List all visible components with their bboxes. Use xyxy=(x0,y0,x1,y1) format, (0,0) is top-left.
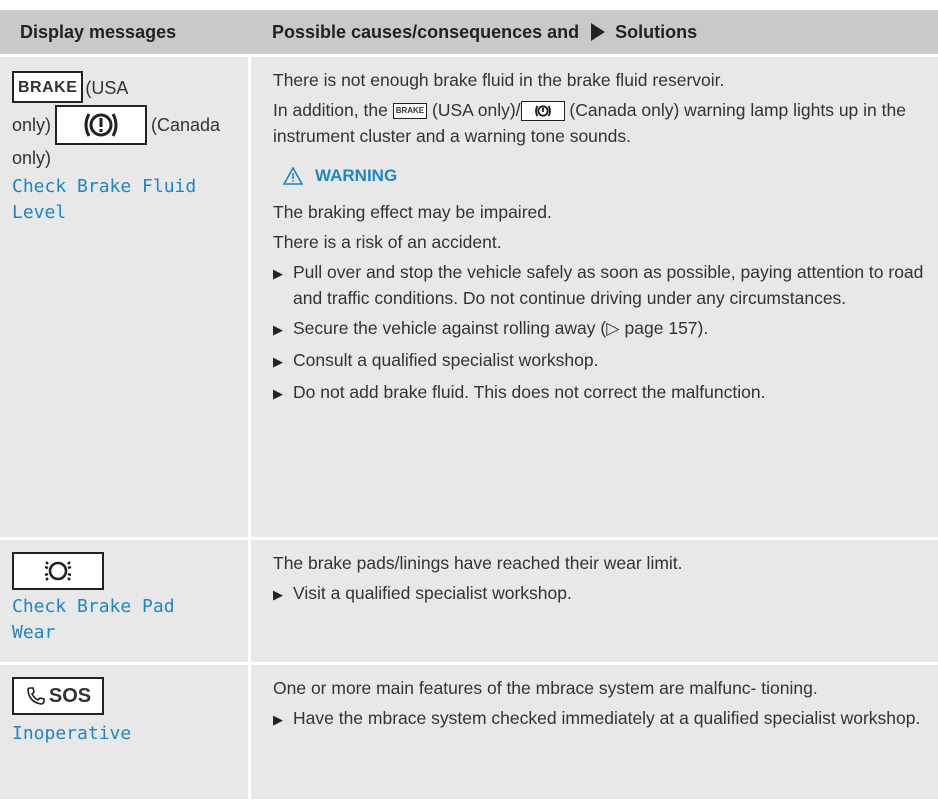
bullet-arrow-icon: ▶ xyxy=(273,712,283,727)
warning-text-2: There is a risk of an accident. xyxy=(273,232,502,252)
row2-display-cell: Check Brake Pad Wear xyxy=(0,540,248,662)
bullet-text: Pull over and stop the vehicle safely as… xyxy=(293,262,924,308)
canada-label: (Canada xyxy=(151,114,221,135)
display-messages-table: Display messages Possible causes/consequ… xyxy=(0,10,938,799)
header-causes: Possible causes/consequences and Solutio… xyxy=(248,22,938,43)
row2-solution-cell: The brake pads/linings have reached thei… xyxy=(251,540,938,662)
sos-label: SOS xyxy=(48,684,92,707)
bullet-text: Visit a qualified specialist workshop. xyxy=(293,583,572,603)
inoperative-message: Inoperative xyxy=(12,723,132,744)
brake-circle-warning-icon xyxy=(55,105,148,145)
usa-only-label: only) xyxy=(12,114,52,135)
solution-arrow-icon xyxy=(591,23,606,41)
header-causes-label: Possible causes/consequences and xyxy=(272,21,580,42)
list-item: ▶ Pull over and stop the vehicle safely … xyxy=(273,259,924,311)
bullet-text: Do not add brake fluid. This does not co… xyxy=(293,382,766,402)
usa-label: (USA xyxy=(85,78,129,98)
check-brake-fluid-message: Check Brake Fluid Level xyxy=(12,176,197,223)
row3-para1: One or more main features of the mbrace … xyxy=(273,678,818,698)
row3-solution-cell: One or more main features of the mbrace … xyxy=(251,665,938,799)
brake-pad-wear-icon xyxy=(12,552,104,590)
bullet-arrow-icon: ▶ xyxy=(273,386,283,401)
page: Display messages Possible causes/consequ… xyxy=(0,0,938,803)
brake-circle-small-icon xyxy=(520,101,565,122)
bullet-text: Have the mbrace system checked immediate… xyxy=(293,708,921,728)
row1-display-cell: BRAKE (USA only) (Canada only) Check Bra… xyxy=(0,57,248,537)
bullet-arrow-icon: ▶ xyxy=(273,266,283,281)
table-row: BRAKE (USA only) (Canada only) Check Bra… xyxy=(0,54,938,537)
canada-only-label: only) xyxy=(12,148,52,168)
bullet-arrow-icon: ▶ xyxy=(273,587,283,602)
row2-para1: The brake pads/linings have reached thei… xyxy=(273,553,683,573)
bullet-text: Secure the vehicle against rolling away … xyxy=(293,318,709,338)
table-row: Check Brake Pad Wear The brake pads/lini… xyxy=(0,537,938,662)
table-row: SOS Inoperative One or more main feature… xyxy=(0,662,938,799)
list-item: ▶ Visit a qualified specialist workshop. xyxy=(273,580,924,608)
warning-title: WARNING xyxy=(315,166,398,185)
table-header: Display messages Possible causes/consequ… xyxy=(0,10,938,54)
list-item: ▶ Do not add brake fluid. This does not … xyxy=(273,379,924,407)
list-item: ▶ Secure the vehicle against rolling awa… xyxy=(273,315,924,343)
warning-text-1: The braking effect may be impaired. xyxy=(273,202,552,222)
brake-small-icon: BRAKE xyxy=(392,103,428,120)
bullet-arrow-icon: ▶ xyxy=(273,354,283,369)
check-brake-pad-message: Check Brake Pad Wear xyxy=(12,596,175,643)
list-item: ▶ Consult a qualified specialist worksho… xyxy=(273,347,924,375)
warning-heading: WARNING xyxy=(283,163,924,189)
row1-solution-cell: There is not enough brake fluid in the b… xyxy=(251,57,938,537)
bullet-text: Consult a qualified specialist workshop. xyxy=(293,350,599,370)
row1-para2-a: In addition, the xyxy=(273,100,388,120)
list-item: ▶ Have the mbrace system checked immedia… xyxy=(273,705,924,733)
brake-warning-icon: BRAKE xyxy=(12,71,84,103)
row1-para1: There is not enough brake fluid in the b… xyxy=(273,70,725,90)
warning-triangle-icon xyxy=(283,167,303,185)
sos-icon: SOS xyxy=(12,677,104,715)
header-solutions-label: Solutions xyxy=(615,21,698,42)
row3-display-cell: SOS Inoperative xyxy=(0,665,248,799)
row1-para2: In addition, the BRAKE (USA only)/ (Cana… xyxy=(273,97,924,149)
bullet-arrow-icon: ▶ xyxy=(273,322,283,337)
phone-icon xyxy=(27,687,45,705)
row1-para2-b: (USA only)/ xyxy=(432,100,521,120)
header-display-messages: Display messages xyxy=(20,21,177,42)
